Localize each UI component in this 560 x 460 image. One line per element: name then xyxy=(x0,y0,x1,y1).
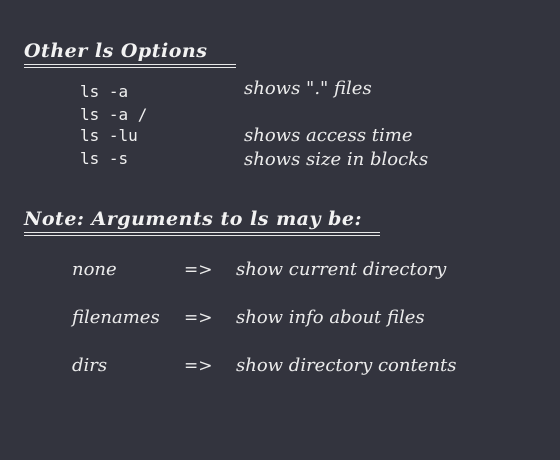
option-command-3: ls -lu xyxy=(80,126,138,145)
option-description-1: shows "." files xyxy=(244,78,372,99)
option-command-4: ls -s xyxy=(80,149,129,168)
argument-arrow-filenames: => xyxy=(184,308,213,328)
option-command-2: ls -a / xyxy=(80,105,148,124)
argument-name-filenames: filenames xyxy=(72,307,160,328)
argument-name-none: none xyxy=(72,259,117,280)
options-heading: Other ls Options xyxy=(24,40,236,68)
argument-description-filenames: show info about files xyxy=(236,307,425,328)
option-command-1: ls -a xyxy=(80,82,129,101)
arguments-heading: Note: Arguments to ls may be: xyxy=(24,208,380,236)
argument-arrow-none: => xyxy=(184,260,213,280)
argument-name-dirs: dirs xyxy=(72,355,108,376)
argument-arrow-dirs: => xyxy=(184,356,213,376)
option-description-4: shows size in blocks xyxy=(244,149,429,170)
option-description-3: shows access time xyxy=(244,125,413,146)
argument-description-none: show current directory xyxy=(236,259,447,280)
argument-description-dirs: show directory contents xyxy=(236,355,457,376)
